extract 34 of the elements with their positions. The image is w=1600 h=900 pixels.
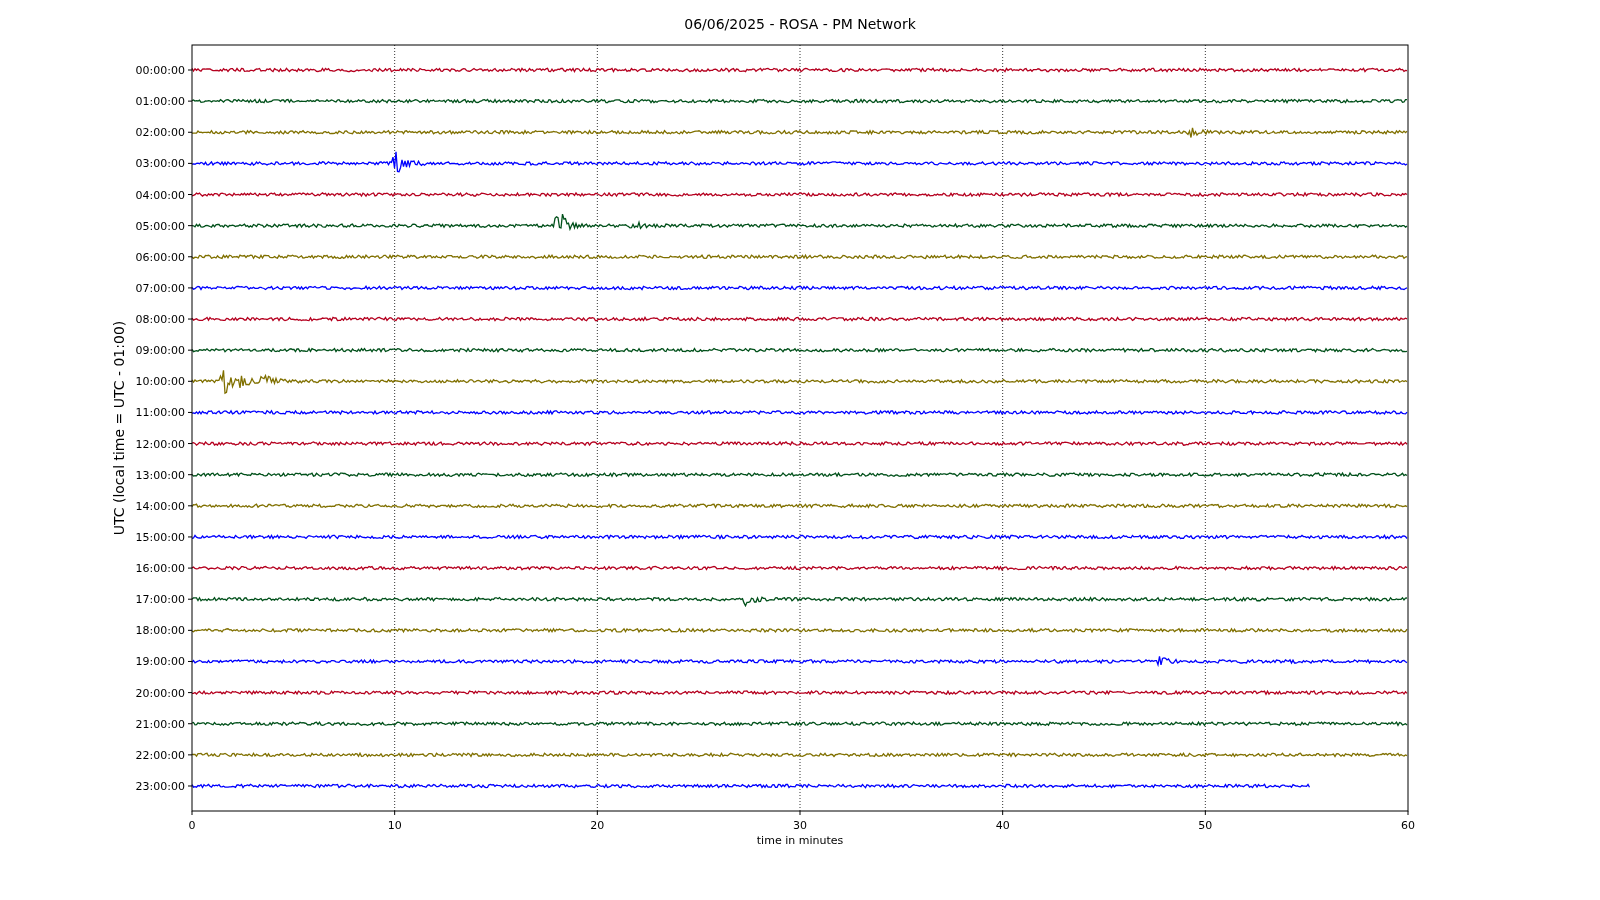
y-tick-label: 17:00:00 [135, 593, 185, 607]
x-tick-label: 60 [1401, 819, 1415, 832]
x-tick-label: 0 [188, 819, 196, 832]
y-tick-label: 14:00:00 [135, 499, 185, 513]
y-tick-label: 21:00:00 [135, 717, 185, 731]
y-tick-label: 23:00:00 [135, 780, 185, 793]
y-tick-label: 18:00:00 [135, 624, 185, 638]
chart-title: 06/06/2025 - ROSA - PM Network [684, 16, 916, 32]
x-tick-label: 10 [387, 819, 402, 832]
y-tick-label: 07:00:00 [135, 281, 185, 295]
y-tick-label: 19:00:00 [135, 655, 185, 669]
y-tick-label: 04:00:00 [135, 188, 185, 202]
y-tick-label: 15:00:00 [135, 530, 185, 544]
y-tick-label: 06:00:00 [135, 250, 185, 264]
x-tick-label: 50 [1198, 819, 1213, 832]
x-tick-label: 40 [995, 819, 1010, 832]
y-tick-label: 02:00:00 [135, 126, 185, 140]
x-tick-label: 30 [793, 819, 807, 832]
y-tick-label: 10:00:00 [135, 375, 185, 389]
y-tick-label: 11:00:00 [135, 406, 185, 420]
y-tick-label: 16:00:00 [135, 562, 185, 576]
x-tick-label: 20 [590, 819, 605, 832]
y-tick-label: 13:00:00 [135, 468, 185, 482]
y-tick-label: 01:00:00 [135, 95, 185, 109]
x-axis-label: time in minutes [756, 834, 844, 847]
y-tick-label: 20:00:00 [135, 686, 185, 700]
y-tick-label: 12:00:00 [135, 437, 185, 451]
y-tick-label: 09:00:00 [135, 344, 185, 358]
y-tick-label: 03:00:00 [135, 157, 185, 171]
y-tick-label: 08:00:00 [135, 313, 185, 327]
y-tick-label: 05:00:00 [135, 219, 185, 233]
y-tick-label: 00:00:00 [135, 64, 185, 77]
y-tick-label: 22:00:00 [135, 748, 185, 762]
y-axis-label: UTC (local time = UTC - 01:00) [111, 320, 127, 536]
